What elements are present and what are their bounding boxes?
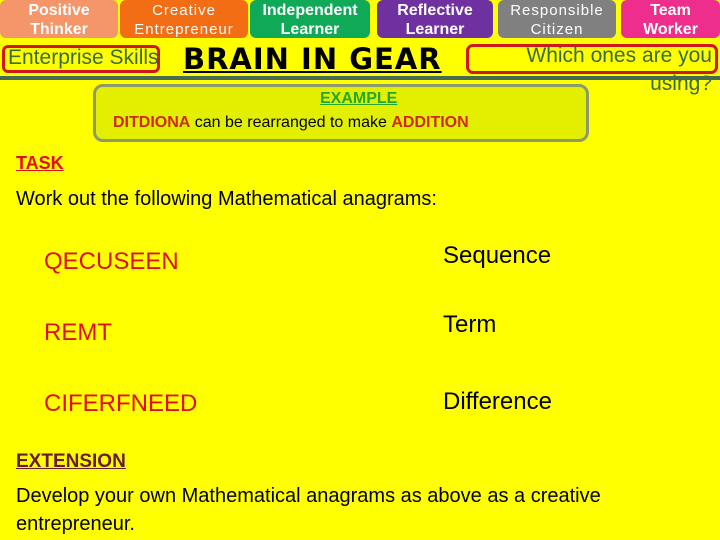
- skill-label-line2: Citizen: [530, 20, 584, 38]
- skill-label-line2: Learner: [280, 20, 340, 38]
- skill-label-line1: Positive: [28, 1, 90, 19]
- page-title: BRAIN IN GEAR: [183, 42, 442, 76]
- skill-label-line2: Worker: [643, 20, 698, 38]
- skill-label-line2: Thinker: [30, 20, 88, 38]
- skill-positive-thinker[interactable]: Positive Thinker: [0, 0, 118, 38]
- skill-reflective-learner[interactable]: Reflective Learner: [377, 0, 493, 38]
- extension-text: Develop your own Mathematical anagrams a…: [16, 485, 601, 535]
- anagram-scrambled: CIFERFNEED: [44, 390, 198, 417]
- skill-label-line2: Entrepreneur: [134, 20, 234, 38]
- anagram-answer: Difference: [443, 388, 552, 415]
- skill-label-line1: Responsible: [510, 1, 604, 19]
- skill-creative-entrepreneur[interactable]: Creative Entrepreneur: [120, 0, 248, 38]
- skill-label-line1: Team: [650, 1, 691, 19]
- extension-heading: EXTENSION: [16, 451, 126, 472]
- skill-team-worker[interactable]: Team Worker: [621, 0, 720, 38]
- example-answer: ADDITION: [391, 114, 469, 131]
- anagram-scrambled: REMT: [44, 319, 112, 346]
- question-line1: Which ones are you: [526, 44, 712, 67]
- skill-label-line1: Reflective: [397, 1, 473, 19]
- skill-independent-learner[interactable]: Independent Learner: [250, 0, 370, 38]
- task-instruction: Work out the following Mathematical anag…: [16, 188, 437, 210]
- skill-label-line2: Learner: [405, 20, 465, 38]
- anagram-scrambled: QECUSEEN: [44, 248, 179, 275]
- skills-bar: Positive Thinker Creative Entrepreneur I…: [0, 0, 720, 40]
- example-sentence: DITDIONA can be rearranged to make ADDIT…: [113, 114, 469, 132]
- header-divider: [0, 76, 720, 80]
- example-scrambled: DITDIONA: [113, 114, 191, 131]
- example-heading: EXAMPLE: [320, 90, 398, 107]
- anagram-answer: Sequence: [443, 242, 552, 269]
- task-heading: TASK: [16, 153, 64, 173]
- example-middle-text: can be rearranged to make: [190, 114, 392, 131]
- anagram-answer: Term: [443, 311, 497, 338]
- enterprise-skills-label: Enterprise Skills: [8, 46, 159, 69]
- skill-label-line1: Independent: [262, 1, 358, 19]
- skill-responsible-citizen[interactable]: Responsible Citizen: [498, 0, 616, 38]
- skill-label-line1: Creative: [152, 1, 216, 19]
